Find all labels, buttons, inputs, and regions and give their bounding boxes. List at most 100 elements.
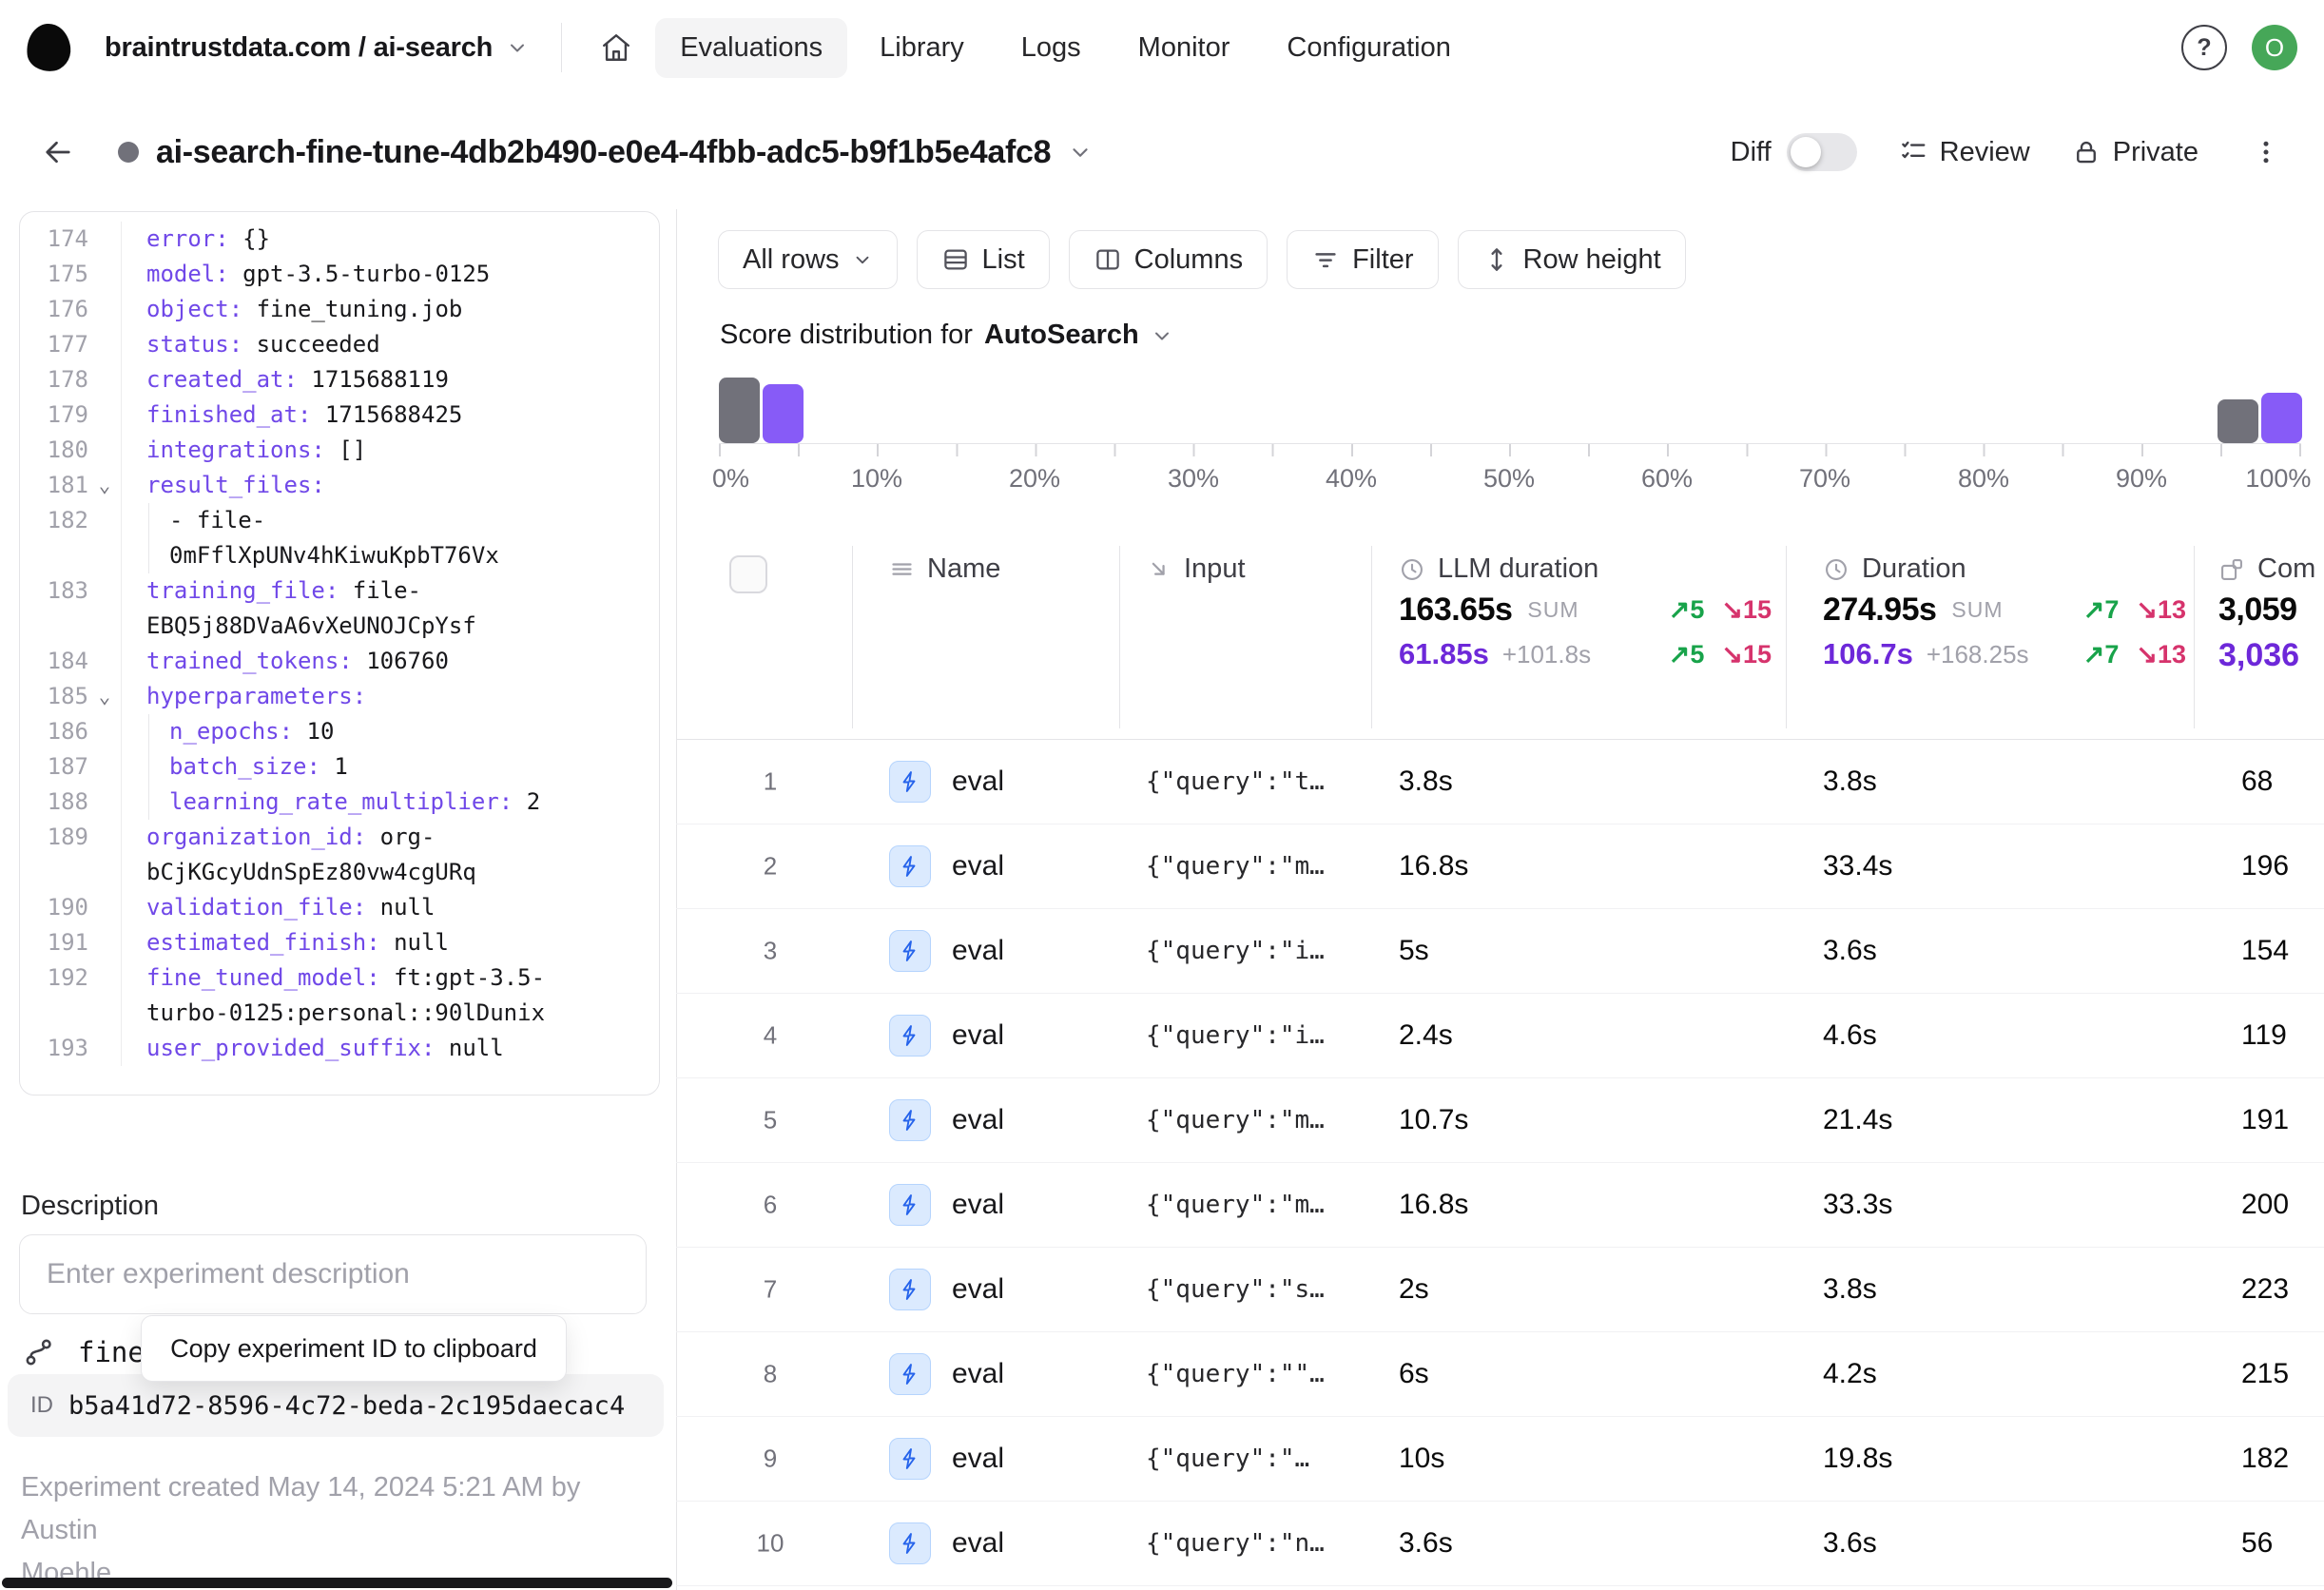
filter-button[interactable]: Filter: [1287, 230, 1439, 289]
horizontal-scrollbar[interactable]: [2, 1578, 672, 1588]
collapse-chevron-icon[interactable]: [88, 503, 121, 573]
row-duration: 19.8s: [1823, 1443, 1893, 1474]
line-number: 175: [47, 261, 88, 287]
collapse-chevron-icon[interactable]: ⌄: [88, 679, 121, 714]
collapse-chevron-icon[interactable]: ⌄: [88, 468, 121, 503]
row-name: eval: [952, 1104, 1005, 1135]
private-button[interactable]: Private: [2072, 137, 2198, 168]
table-row[interactable]: 8 eval {"query":""… 6s 4.2s 215: [676, 1332, 2324, 1417]
metadata-code-viewer[interactable]: 174 error: {} 175 model: gpt-3.5-turbo-0125…: [19, 211, 660, 1096]
columns-button[interactable]: Columns: [1068, 230, 1269, 289]
line-number: 179: [47, 401, 88, 428]
row-duration: 3.8s: [1823, 766, 1877, 797]
experiment-title[interactable]: ai-search-fine-tune-4db2b490-e0e4-4fbb-a…: [156, 134, 1052, 171]
improvements-badge: ↗5: [1668, 595, 1705, 624]
nav-tab[interactable]: Evaluations: [655, 17, 848, 78]
row-duration: 3.6s: [1823, 935, 1877, 966]
hist-bar-0pct-comparison: [719, 378, 760, 443]
row-name: eval: [952, 766, 1005, 797]
breadcrumb[interactable]: braintrustdata.com / ai-search: [105, 32, 529, 64]
row-completion-tokens: 119: [2241, 1019, 2287, 1051]
column-header-llm-duration[interactable]: LLM duration: [1399, 553, 1598, 585]
row-input: {"query":"…: [1146, 1445, 1310, 1473]
collapse-chevron-icon[interactable]: [88, 714, 121, 749]
collapse-chevron-icon[interactable]: [88, 327, 121, 362]
collapse-chevron-icon[interactable]: [88, 644, 121, 679]
code-line: 176 object: fine_tuning.job: [31, 292, 659, 327]
collapse-chevron-icon[interactable]: [88, 890, 121, 925]
score-distribution-header[interactable]: Score distribution for AutoSearch: [720, 320, 1173, 351]
avatar[interactable]: O: [2252, 25, 2297, 70]
line-number: 185: [47, 683, 88, 709]
row-duration: 21.4s: [1823, 1104, 1893, 1135]
collapse-chevron-icon[interactable]: [88, 292, 121, 327]
select-all-checkbox[interactable]: [729, 555, 767, 593]
all-rows-dropdown[interactable]: All rows: [718, 230, 898, 289]
collapse-chevron-icon[interactable]: [88, 222, 121, 257]
duration-summary: 274.95s SUM ↗7 ↘13: [1823, 591, 2186, 628]
nav-tab[interactable]: Configuration: [1262, 18, 1476, 78]
nav-tab[interactable]: Logs: [997, 18, 1106, 78]
collapse-chevron-icon[interactable]: [88, 749, 121, 785]
description-input[interactable]: [19, 1234, 647, 1314]
code-line: 190 validation_file: null: [31, 890, 659, 925]
line-number: 187: [47, 753, 88, 780]
collapse-chevron-icon[interactable]: [88, 1031, 121, 1066]
collapse-chevron-icon[interactable]: [88, 925, 121, 960]
table-row[interactable]: 6 eval {"query":"m… 16.8s 33.3s 200: [676, 1163, 2324, 1248]
help-button[interactable]: ?: [2181, 25, 2227, 70]
column-header-duration[interactable]: Com Duration: [1823, 553, 1966, 585]
git-branch-icon: [23, 1336, 55, 1368]
table-row[interactable]: 9 eval {"query":"… 10s 19.8s 182: [676, 1417, 2324, 1502]
experiment-id-pill[interactable]: ID b5a41d72-8596-4c72-beda-2c195daecac4: [8, 1374, 664, 1437]
line-number: 176: [47, 296, 88, 322]
row-input: {"query":"i…: [1146, 1021, 1325, 1050]
created-note: Experiment created May 14, 2024 5:21 AM …: [21, 1472, 581, 1588]
line-number: 184: [47, 648, 88, 674]
row-completion-tokens: 56: [2241, 1527, 2274, 1559]
table-row[interactable]: 10 eval {"query":"n… 3.6s 3.6s 56: [676, 1502, 2324, 1586]
collapse-chevron-icon[interactable]: [88, 820, 121, 890]
eval-bolt-icon: [889, 1353, 931, 1395]
home-button[interactable]: [591, 22, 642, 73]
table-row[interactable]: 2 eval {"query":"m… 16.8s 33.4s 196: [676, 824, 2324, 909]
more-menu-button[interactable]: [2240, 126, 2292, 178]
back-button[interactable]: [32, 126, 84, 178]
column-header-completion[interactable]: Com: [2218, 553, 2315, 585]
table-row[interactable]: 4 eval {"query":"i… 2.4s 4.6s 119: [676, 994, 2324, 1078]
top-nav-right: ? O: [2181, 25, 2297, 70]
regressions-badge: ↘15: [1721, 595, 1772, 624]
braintrust-logo: [24, 21, 73, 74]
column-header-input[interactable]: Input: [1146, 553, 1246, 585]
code-line: 178 created_at: 1715688119: [31, 362, 659, 398]
review-button[interactable]: Review: [1899, 137, 2030, 168]
table-row[interactable]: 3 eval {"query":"i… 5s 3.6s 154: [676, 909, 2324, 994]
row-name: eval: [952, 1358, 1005, 1389]
collapse-chevron-icon[interactable]: [88, 785, 121, 820]
collapse-chevron-icon[interactable]: [88, 398, 121, 433]
list-view-button[interactable]: List: [916, 230, 1050, 289]
x-axis-labels: 0% 10% 20% 30% 40% 50% 60% 70% 80% 90% 1…: [711, 464, 2312, 493]
nav-tab[interactable]: Library: [855, 18, 989, 78]
collapse-chevron-icon[interactable]: [88, 362, 121, 398]
diff-toggle[interactable]: [1786, 133, 1857, 171]
nav-tab[interactable]: Monitor: [1114, 18, 1255, 78]
row-name: eval: [952, 1527, 1005, 1559]
arrow-left-icon: [41, 135, 75, 169]
app-window: braintrustdata.com / ai-search Evaluatio…: [0, 0, 2324, 1590]
dataset-link-row[interactable]: fine: [23, 1336, 145, 1368]
collapse-chevron-icon[interactable]: [88, 257, 121, 292]
collapse-chevron-icon[interactable]: [88, 433, 121, 468]
row-height-button[interactable]: Row height: [1457, 230, 1686, 289]
table-row[interactable]: 1 eval {"query":"t… 3.8s 3.8s 68: [676, 740, 2324, 824]
collapse-chevron-icon[interactable]: [88, 960, 121, 1031]
chevron-down-icon[interactable]: [1068, 140, 1093, 165]
eval-bolt-icon: [889, 1015, 931, 1057]
experiment-id-value: b5a41d72-8596-4c72-beda-2c195daecac4: [68, 1390, 626, 1421]
table-row[interactable]: 5 eval {"query":"m… 10.7s 21.4s 191: [676, 1078, 2324, 1163]
results-panel: All rows List Columns Filter Row height …: [676, 209, 2324, 1590]
collapse-chevron-icon[interactable]: [88, 573, 121, 644]
table-row[interactable]: 7 eval {"query":"s… 2s 3.8s 223: [676, 1248, 2324, 1332]
column-header-name[interactable]: Name: [889, 553, 1000, 585]
code-line: 181 ⌄ result_files:: [31, 468, 659, 503]
